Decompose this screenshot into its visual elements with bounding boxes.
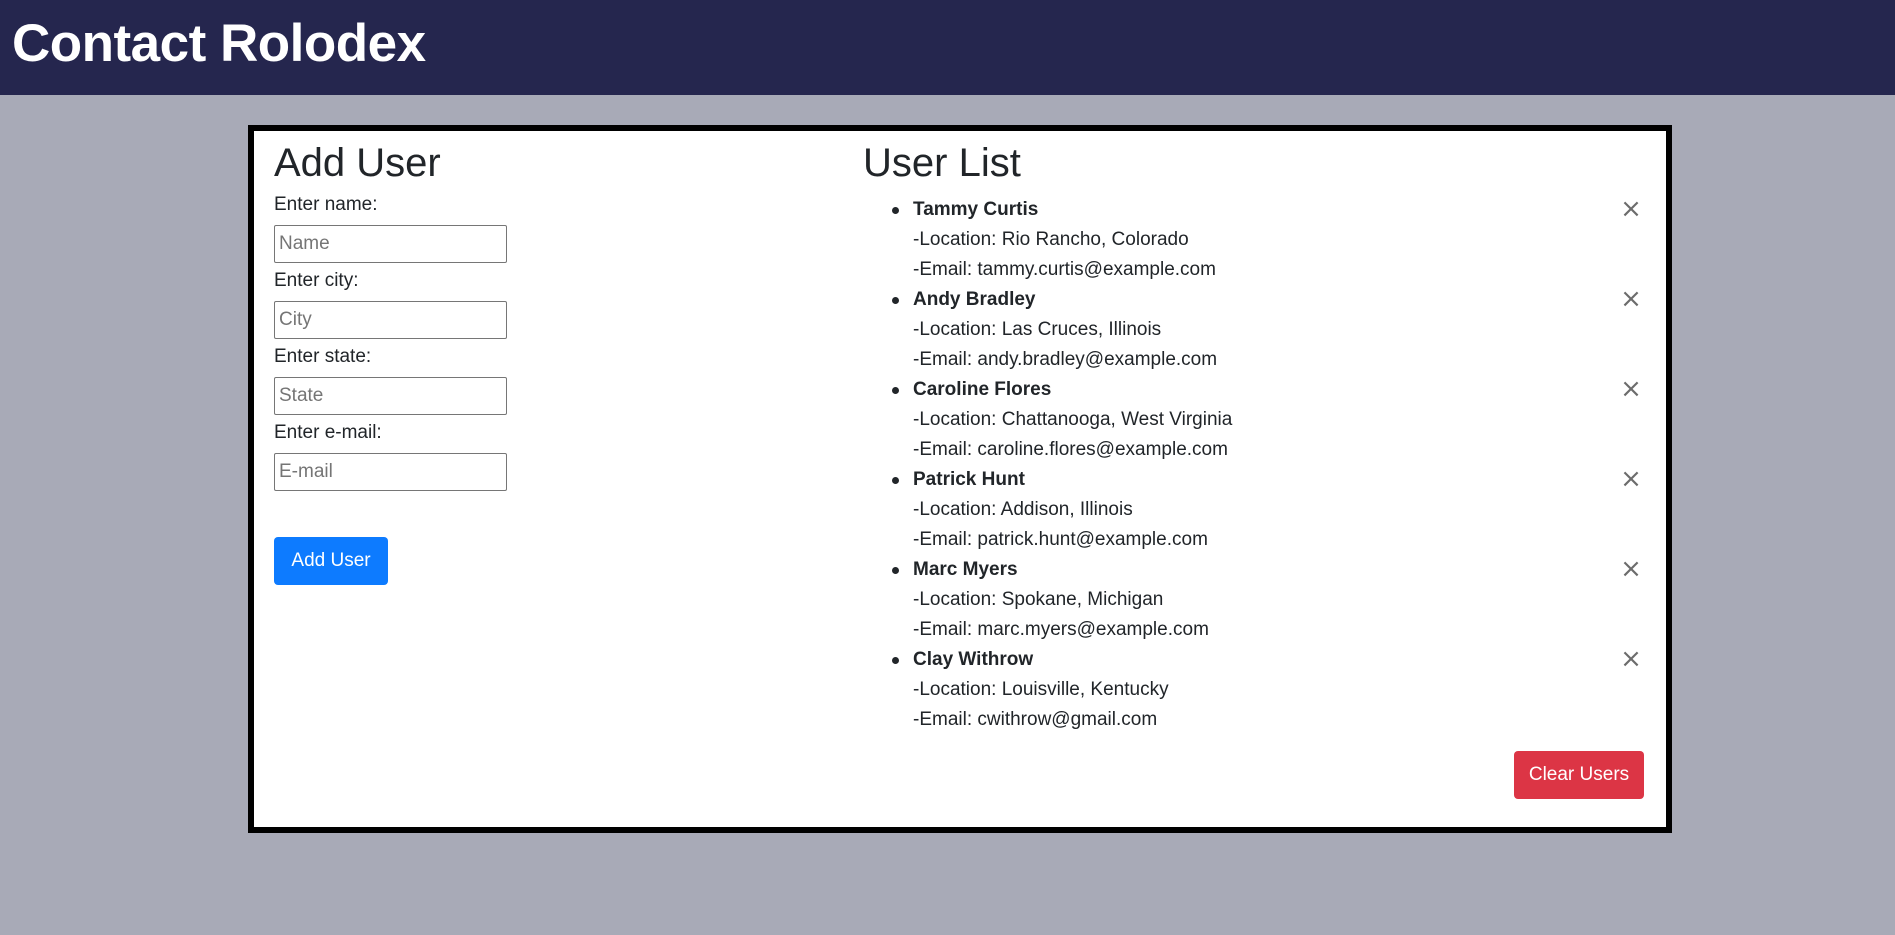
list-item: Andy Bradley -Location: Las Cruces, Illi… (892, 285, 1651, 375)
state-label: Enter state: (274, 346, 372, 367)
user-location: -Location: Louisville, Kentucky (913, 679, 1169, 700)
navbar: Contact Rolodex (0, 0, 1895, 95)
user-list: Tammy Curtis -Location: Rio Rancho, Colo… (892, 195, 1651, 735)
user-email: -Email: tammy.curtis@example.com (913, 259, 1216, 280)
user-location: -Location: Rio Rancho, Colorado (913, 229, 1189, 250)
list-item: Caroline Flores -Location: Chattanooga, … (892, 375, 1651, 465)
add-user-button[interactable]: Add User (274, 537, 388, 585)
user-location: -Location: Las Cruces, Illinois (913, 319, 1162, 340)
remove-user-button[interactable]: × (1619, 466, 1643, 492)
user-name: Marc Myers (913, 559, 1018, 580)
name-input[interactable] (274, 225, 507, 263)
app-title: Contact Rolodex (12, 14, 426, 73)
user-list-panel: User List Tammy Curtis -Location: Rio Ra… (863, 139, 1653, 829)
user-location: -Location: Spokane, Michigan (913, 589, 1164, 610)
user-location: -Location: Chattanooga, West Virginia (913, 409, 1233, 430)
city-label: Enter city: (274, 270, 359, 291)
user-email: -Email: marc.myers@example.com (913, 619, 1209, 640)
remove-user-button[interactable]: × (1619, 196, 1643, 222)
user-name: Caroline Flores (913, 379, 1052, 400)
remove-user-button[interactable]: × (1619, 646, 1643, 672)
user-email: -Email: cwithrow@gmail.com (913, 709, 1158, 730)
user-name: Andy Bradley (913, 289, 1036, 310)
name-label: Enter name: (274, 194, 378, 215)
add-user-title: Add User (274, 141, 441, 185)
email-input[interactable] (274, 453, 507, 491)
remove-user-button[interactable]: × (1619, 556, 1643, 582)
list-item: Patrick Hunt -Location: Addison, Illinoi… (892, 465, 1651, 555)
state-input[interactable] (274, 377, 507, 415)
user-name: Patrick Hunt (913, 469, 1025, 490)
user-location: -Location: Addison, Illinois (913, 499, 1133, 520)
add-user-panel: Add User Enter name: Enter city: Enter s… (274, 139, 834, 585)
main-card: Add User Enter name: Enter city: Enter s… (248, 125, 1672, 833)
user-name: Tammy Curtis (913, 199, 1039, 220)
list-item: Tammy Curtis -Location: Rio Rancho, Colo… (892, 195, 1651, 285)
remove-user-button[interactable]: × (1619, 286, 1643, 312)
list-item: Clay Withrow -Location: Louisville, Kent… (892, 645, 1651, 735)
clear-users-button[interactable]: Clear Users (1514, 751, 1644, 799)
user-email: -Email: andy.bradley@example.com (913, 349, 1218, 370)
user-email: -Email: caroline.flores@example.com (913, 439, 1228, 460)
user-name: Clay Withrow (913, 649, 1034, 670)
email-label: Enter e-mail: (274, 422, 382, 443)
list-item: Marc Myers -Location: Spokane, Michigan … (892, 555, 1651, 645)
user-list-title: User List (863, 141, 1021, 185)
city-input[interactable] (274, 301, 507, 339)
remove-user-button[interactable]: × (1619, 376, 1643, 402)
user-email: -Email: patrick.hunt@example.com (913, 529, 1208, 550)
